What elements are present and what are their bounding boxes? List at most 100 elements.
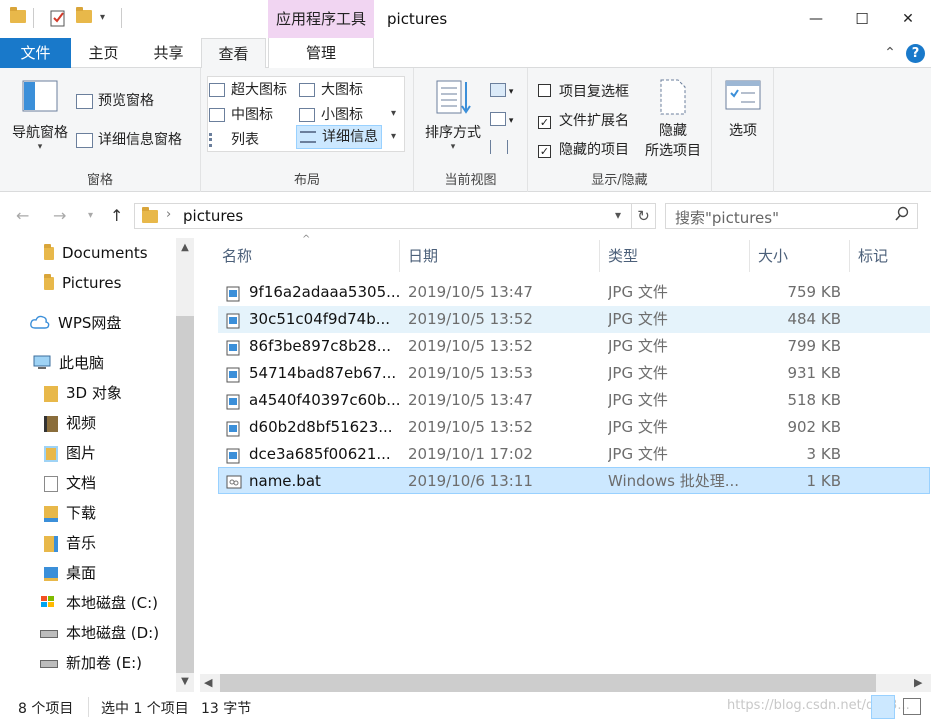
medium-icons-option[interactable]: 中图标 (209, 104, 273, 124)
nav-pane-button[interactable]: 导航窗格 ▾ (6, 80, 74, 152)
group-by-button[interactable]: ▾ (490, 82, 513, 98)
scroll-down-icon[interactable]: ▼ (176, 676, 194, 687)
file-date: 2019/10/6 13:11 (408, 472, 533, 490)
nav-item-pictures[interactable]: Pictures (44, 269, 121, 297)
table-row-selected[interactable]: name.bat 2019/10/6 13:11 Windows 批处理... … (218, 467, 930, 494)
help-icon[interactable]: ? (906, 44, 925, 63)
add-columns-button[interactable]: ▾ (490, 111, 513, 127)
table-row[interactable]: dce3a685f00621... 2019/10/1 17:02 JPG 文件… (218, 441, 930, 468)
options-button[interactable]: 选项 (720, 80, 766, 140)
nav-item-wps-cloud[interactable]: WPS网盘 (30, 309, 121, 337)
large-icons-option[interactable]: 大图标 (299, 79, 363, 99)
nav-item-documents[interactable]: Documents (44, 239, 148, 267)
details-view-toggle-icon[interactable] (871, 695, 895, 719)
gallery-more-icon[interactable]: ▾ (391, 131, 396, 142)
file-list: ^ 名称 日期 类型 大小 标记 9f16a2adaaa5305... 2019… (200, 234, 931, 692)
chevron-down-icon: ▾ (506, 116, 514, 126)
gallery-scroll-down-icon[interactable]: ▾ (391, 108, 396, 119)
search-box[interactable]: 搜索"pictures" (665, 203, 918, 229)
table-row[interactable]: 86f3be897c8b28... 2019/10/5 13:52 JPG 文件… (218, 333, 930, 360)
nav-item-drive-c[interactable]: 本地磁盘 (C:) (40, 589, 158, 617)
address-path[interactable]: pictures (183, 207, 243, 225)
column-header-name[interactable]: 名称 (214, 240, 400, 272)
properties-icon[interactable] (50, 9, 66, 31)
scroll-left-icon[interactable]: ◀ (204, 674, 212, 692)
scroll-right-icon[interactable]: ▶ (914, 674, 922, 692)
search-input[interactable]: 搜索"pictures" (675, 207, 779, 228)
minimize-button[interactable]: — (793, 0, 839, 38)
table-row[interactable]: d60b2d8bf51623... 2019/10/5 13:52 JPG 文件… (218, 414, 930, 441)
details-pane-button[interactable]: 详细信息窗格 (76, 129, 182, 149)
nav-item-documents-lib[interactable]: 文档 (44, 469, 96, 497)
nav-item-music[interactable]: 音乐 (44, 529, 96, 557)
search-icon[interactable] (895, 206, 909, 226)
collapse-ribbon-icon[interactable]: ⌃ (880, 38, 900, 68)
column-header-type[interactable]: 类型 (600, 240, 750, 272)
up-arrow-icon[interactable]: ↑ (110, 206, 123, 225)
file-size: 1 KB (806, 472, 841, 490)
item-checkboxes-checkbox[interactable] (538, 84, 551, 97)
extra-large-icons-option[interactable]: 超大图标 (209, 79, 287, 99)
tab-manage[interactable]: 管理 (268, 38, 374, 68)
sort-by-button[interactable]: 排序方式 ▾ (420, 78, 486, 152)
batch-file-icon (226, 472, 242, 499)
item-checkboxes-toggle[interactable]: 项目复选框 (538, 81, 629, 101)
nav-item-downloads[interactable]: 下载 (44, 499, 96, 527)
window-title: pictures (387, 10, 448, 28)
table-row[interactable]: 9f16a2adaaa5305... 2019/10/5 13:47 JPG 文… (218, 279, 930, 306)
address-dropdown-icon[interactable]: ▾ (615, 208, 621, 222)
item-checkboxes-label: 项目复选框 (559, 84, 629, 100)
details-pane-label: 详细信息窗格 (98, 132, 182, 148)
column-header-tags[interactable]: 标记 (850, 240, 931, 272)
file-name: 30c51c04f9d74b... (249, 310, 391, 328)
add-columns-icon (490, 112, 506, 126)
table-row[interactable]: a4540f40397c60b... 2019/10/5 13:47 JPG 文… (218, 387, 930, 414)
back-arrow-icon[interactable]: ← (16, 206, 29, 225)
file-type: JPG 文件 (608, 364, 668, 382)
scroll-up-icon[interactable]: ▲ (176, 242, 194, 253)
forward-arrow-icon[interactable]: → (53, 206, 66, 225)
details-option[interactable]: 详细信息 (296, 125, 382, 149)
nav-item-this-pc[interactable]: 此电脑 (33, 349, 104, 377)
nav-item-drive-e[interactable]: 新加卷 (E:) (40, 649, 142, 677)
tab-share[interactable]: 共享 (136, 38, 201, 68)
list-option[interactable]: 列表 (209, 129, 259, 149)
close-button[interactable]: ✕ (885, 0, 931, 38)
large-icons-icon (299, 83, 315, 97)
file-date: 2019/10/5 13:47 (408, 391, 533, 409)
tab-home[interactable]: 主页 (71, 38, 136, 68)
refresh-icon[interactable]: ↻ (632, 203, 656, 229)
address-box[interactable]: › pictures ▾ (134, 203, 632, 229)
sort-icon (434, 78, 472, 120)
size-columns-button[interactable] (490, 139, 508, 155)
table-row[interactable]: 30c51c04f9d74b... 2019/10/5 13:52 JPG 文件… (218, 306, 930, 333)
hidden-items-checkbox[interactable]: ✓ (538, 145, 551, 158)
column-header-date[interactable]: 日期 (400, 240, 600, 272)
column-header-size[interactable]: 大小 (750, 240, 850, 272)
tab-view[interactable]: 查看 (201, 38, 266, 69)
large-icons-view-toggle-icon[interactable] (903, 698, 921, 715)
nav-item-3d-objects[interactable]: 3D 对象 (44, 379, 122, 407)
file-extensions-toggle[interactable]: ✓ 文件扩展名 (538, 110, 629, 130)
nav-item-label: 图片 (66, 444, 97, 462)
maximize-button[interactable]: ☐ (839, 0, 885, 38)
nav-item-drive-d[interactable]: 本地磁盘 (D:) (40, 619, 159, 647)
nav-item-videos[interactable]: 视频 (44, 409, 96, 437)
hide-selected-button[interactable]: 隐藏 所选项目 (638, 78, 708, 160)
hidden-items-toggle[interactable]: ✓ 隐藏的项目 (538, 139, 629, 159)
tab-file[interactable]: 文件 (0, 38, 71, 68)
table-row[interactable]: 54714bad87eb67... 2019/10/5 13:53 JPG 文件… (218, 360, 930, 387)
recent-locations-icon[interactable]: ▾ (88, 210, 93, 221)
content-scrollbar-thumb[interactable] (220, 674, 876, 692)
file-extensions-checkbox[interactable]: ✓ (538, 116, 551, 129)
breadcrumb-chevron-icon[interactable]: › (166, 207, 171, 222)
nav-item-desktop[interactable]: 桌面 (44, 559, 96, 587)
list-label: 列表 (231, 132, 259, 148)
preview-pane-button[interactable]: 预览窗格 (76, 90, 154, 110)
small-icons-option[interactable]: 小图标 (299, 104, 363, 124)
new-folder-icon[interactable] (76, 7, 92, 27)
customize-toolbar-icon[interactable]: ▾ (100, 12, 105, 23)
nav-item-pictures-lib[interactable]: 图片 (44, 439, 96, 467)
nav-scrollbar-thumb[interactable] (176, 316, 194, 673)
separator (88, 697, 89, 717)
